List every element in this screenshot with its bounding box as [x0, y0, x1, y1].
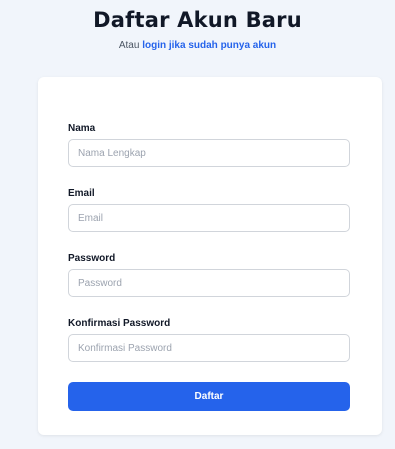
subtitle-prefix: Atau [118, 40, 143, 51]
password-label: Password [68, 253, 116, 264]
email-label: Email [68, 188, 95, 199]
page-title: Daftar Akun Baru [93, 8, 302, 32]
register-page: Daftar Akun Baru Atau login jika sudah p… [0, 0, 395, 449]
register-form-card: Nama Email Password Konfirmasi Password … [38, 77, 382, 435]
page-subtitle: Atau login jika sudah punya akun [0, 40, 395, 51]
register-submit-button[interactable]: Daftar [68, 382, 350, 411]
confirm-password-label: Konfirmasi Password [68, 318, 171, 329]
name-input[interactable] [68, 139, 350, 167]
name-label: Nama [68, 123, 96, 134]
confirm-password-input[interactable] [68, 334, 350, 362]
password-input[interactable] [68, 269, 350, 297]
login-link[interactable]: login jika sudah punya akun [142, 40, 276, 51]
email-input[interactable] [68, 204, 350, 232]
